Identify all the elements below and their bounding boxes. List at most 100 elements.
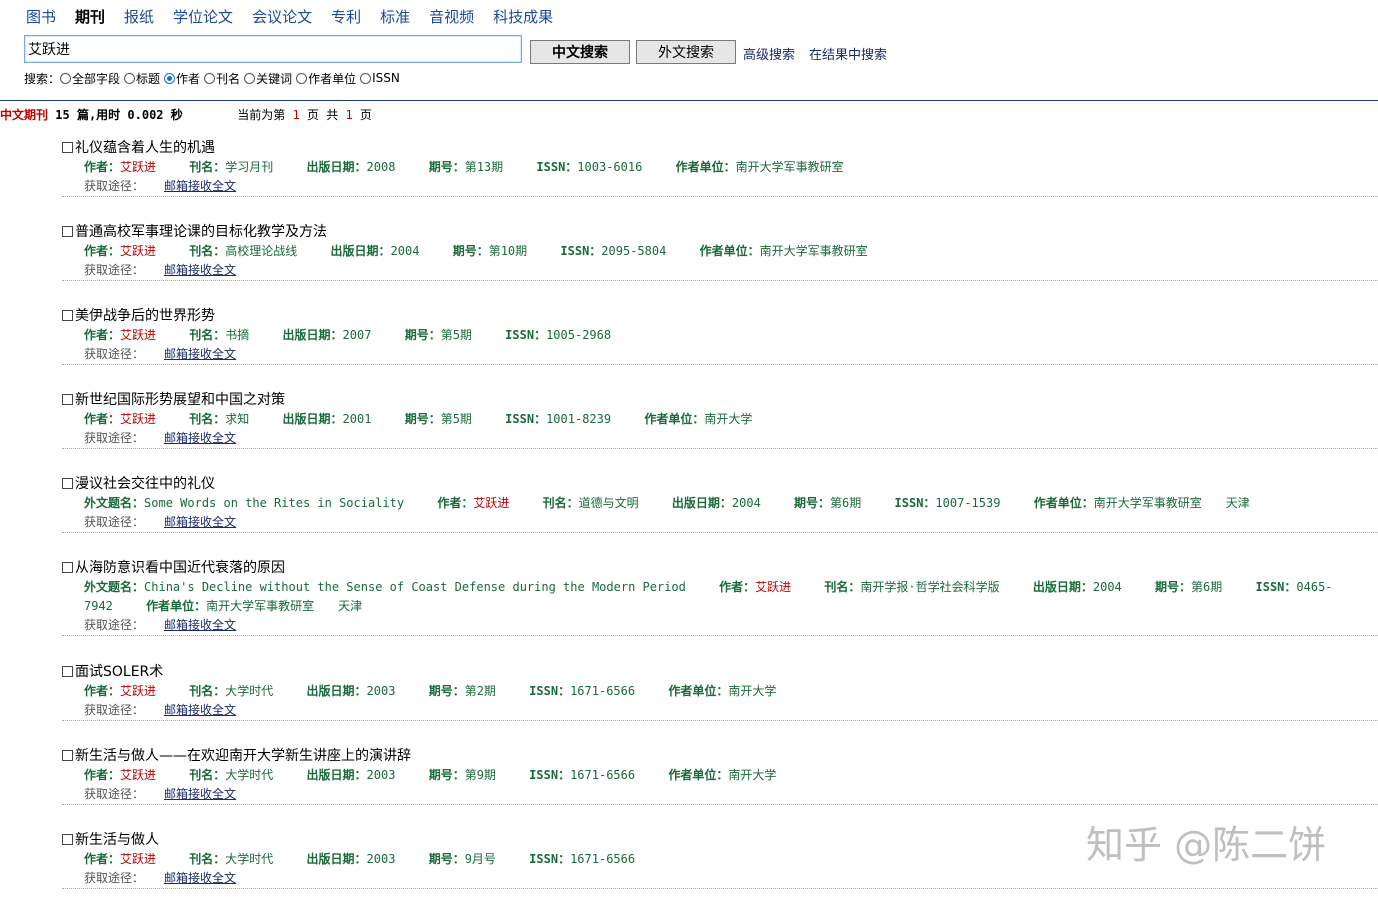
select-checkbox[interactable] bbox=[62, 225, 73, 237]
metadata-label: 出版日期： bbox=[306, 160, 367, 174]
metadata-label: 作者： bbox=[84, 244, 121, 258]
radio-button[interactable] bbox=[296, 72, 308, 84]
metadata-label: 出版日期： bbox=[306, 768, 367, 782]
metadata-value: 书摘 bbox=[225, 328, 250, 342]
radio-button[interactable] bbox=[60, 72, 72, 84]
metadata-label: ISSN： bbox=[1255, 580, 1297, 594]
metadata-field: 作者单位：南开大学 bbox=[668, 684, 776, 698]
metadata-label: 作者： bbox=[84, 412, 121, 426]
email-fulltext-link[interactable]: 邮箱接收全文 bbox=[164, 871, 236, 885]
result-metadata: 作者：艾跃进 刊名：大学时代 出版日期：2003 期号：第9期 ISSN：167… bbox=[62, 766, 1378, 785]
search-scope-option[interactable]: 标题 bbox=[124, 70, 160, 87]
metadata-field: 作者：艾跃进 bbox=[719, 580, 791, 594]
metadata-label: ISSN： bbox=[505, 412, 547, 426]
metadata-label: ISSN： bbox=[529, 768, 571, 782]
search-scope-option[interactable]: ISSN bbox=[360, 71, 400, 85]
radio-button[interactable] bbox=[360, 72, 372, 84]
advanced-search-link[interactable]: 高级搜索 bbox=[743, 44, 795, 63]
metadata-value: 2001 bbox=[342, 412, 372, 426]
result-title[interactable]: 从海防意识看中国近代衰落的原因 bbox=[75, 557, 285, 577]
tab-2[interactable]: 报纸 bbox=[124, 6, 154, 27]
tab-1[interactable]: 期刊 bbox=[75, 6, 105, 27]
tab-8[interactable]: 科技成果 bbox=[493, 6, 553, 27]
author-value: 艾跃进 bbox=[120, 412, 157, 426]
search-within-results-link[interactable]: 在结果中搜索 bbox=[809, 44, 887, 63]
metadata-value: 第10期 bbox=[488, 244, 528, 258]
result-title[interactable]: 新生活与做人——在欢迎南开大学新生讲座上的演讲辞 bbox=[75, 745, 411, 765]
result-title[interactable]: 漫议社会交往中的礼仪 bbox=[75, 473, 215, 493]
email-fulltext-link[interactable]: 邮箱接收全文 bbox=[164, 787, 236, 801]
tab-0[interactable]: 图书 bbox=[26, 6, 56, 27]
tab-7[interactable]: 音视频 bbox=[429, 6, 474, 27]
result-item: 礼仪蕴含着人生的机遇 作者：艾跃进 刊名：学习月刊 出版日期：2008 期号：第1… bbox=[62, 138, 1378, 197]
metadata-value: 2007 bbox=[342, 328, 372, 342]
access-row: 获取途径： 邮箱接收全文 bbox=[62, 701, 1378, 721]
select-checkbox[interactable] bbox=[62, 561, 73, 573]
metadata-label: 刊名： bbox=[189, 244, 226, 258]
result-category: 中文期刊 bbox=[0, 108, 49, 122]
email-fulltext-link[interactable]: 邮箱接收全文 bbox=[164, 179, 236, 193]
access-label: 获取途径： bbox=[84, 179, 145, 193]
result-metadata: 作者：艾跃进 刊名：高校理论战线 出版日期：2004 期号：第10期 ISSN：… bbox=[62, 242, 1378, 261]
metadata-label: 外文题名： bbox=[84, 496, 145, 510]
select-checkbox[interactable] bbox=[62, 393, 73, 405]
select-checkbox[interactable] bbox=[62, 749, 73, 761]
metadata-label: 出版日期： bbox=[282, 412, 343, 426]
result-time: 0.002 bbox=[127, 108, 164, 122]
metadata-label: 刊名： bbox=[189, 768, 226, 782]
metadata-label: 刊名： bbox=[189, 328, 226, 342]
search-scope-option[interactable]: 作者 bbox=[164, 70, 200, 87]
result-title[interactable]: 面试SOLER术 bbox=[75, 661, 163, 681]
email-fulltext-link[interactable]: 邮箱接收全文 bbox=[164, 347, 236, 361]
email-fulltext-link[interactable]: 邮箱接收全文 bbox=[164, 431, 236, 445]
result-title[interactable]: 新世纪国际形势展望和中国之对策 bbox=[75, 389, 285, 409]
metadata-field: 出版日期：2003 bbox=[307, 768, 396, 782]
result-count-unit: 篇,用时 bbox=[76, 108, 121, 122]
radio-button[interactable] bbox=[244, 72, 256, 84]
access-row: 获取途径： 邮箱接收全文 bbox=[62, 513, 1378, 533]
tab-3[interactable]: 学位论文 bbox=[173, 6, 233, 27]
search-scope-option[interactable]: 作者单位 bbox=[296, 70, 356, 87]
metadata-label: 作者单位： bbox=[668, 768, 729, 782]
select-checkbox[interactable] bbox=[62, 309, 73, 321]
metadata-field: 外文题名：China's Decline without the Sense o… bbox=[84, 580, 686, 594]
result-title[interactable]: 普通高校军事理论课的目标化教学及方法 bbox=[75, 221, 327, 241]
metadata-label: 作者单位： bbox=[675, 160, 736, 174]
email-fulltext-link[interactable]: 邮箱接收全文 bbox=[164, 263, 236, 277]
select-checkbox[interactable] bbox=[62, 833, 73, 845]
radio-button[interactable] bbox=[164, 72, 176, 84]
radio-button[interactable] bbox=[204, 72, 216, 84]
chinese-search-button[interactable]: 中文搜索 bbox=[530, 40, 630, 64]
radio-button[interactable] bbox=[124, 72, 136, 84]
tab-5[interactable]: 专利 bbox=[331, 6, 361, 27]
search-scope-option[interactable]: 全部字段 bbox=[60, 70, 120, 87]
email-fulltext-link[interactable]: 邮箱接收全文 bbox=[164, 618, 236, 632]
metadata-value: 学习月刊 bbox=[225, 160, 274, 174]
metadata-label: 作者： bbox=[719, 580, 756, 594]
result-title[interactable]: 礼仪蕴含着人生的机遇 bbox=[75, 137, 215, 157]
metadata-value: 2004 bbox=[731, 496, 761, 510]
search-input[interactable] bbox=[24, 35, 522, 63]
metadata-field: 刊名：书摘 bbox=[189, 328, 249, 342]
metadata-value: 南开大学 bbox=[728, 684, 777, 698]
search-scope-option[interactable]: 关键词 bbox=[244, 70, 292, 87]
metadata-value: 9月号 bbox=[464, 852, 496, 866]
foreign-search-button[interactable]: 外文搜索 bbox=[636, 40, 736, 64]
email-fulltext-link[interactable]: 邮箱接收全文 bbox=[164, 515, 236, 529]
select-checkbox[interactable] bbox=[62, 477, 73, 489]
metadata-label: 出版日期： bbox=[306, 852, 367, 866]
metadata-value: 1671-6566 bbox=[570, 684, 636, 698]
metadata-value: 道德与文明 bbox=[578, 496, 639, 510]
select-checkbox[interactable] bbox=[62, 141, 73, 153]
result-title[interactable]: 新生活与做人 bbox=[75, 829, 159, 849]
search-scope-option[interactable]: 刊名 bbox=[204, 70, 240, 87]
tab-4[interactable]: 会议论文 bbox=[252, 6, 312, 27]
email-fulltext-link[interactable]: 邮箱接收全文 bbox=[164, 703, 236, 717]
search-scope-options: 搜索： 全部字段 标题 作者 刊名 关键词 作者单位 ISSN bbox=[24, 70, 404, 86]
metadata-field: 出版日期：2003 bbox=[307, 684, 396, 698]
metadata-field: 刊名：高校理论战线 bbox=[189, 244, 297, 258]
metadata-field: 期号：9月号 bbox=[429, 852, 496, 866]
tab-6[interactable]: 标准 bbox=[380, 6, 410, 27]
select-checkbox[interactable] bbox=[62, 665, 73, 677]
result-title[interactable]: 美伊战争后的世界形势 bbox=[75, 305, 215, 325]
